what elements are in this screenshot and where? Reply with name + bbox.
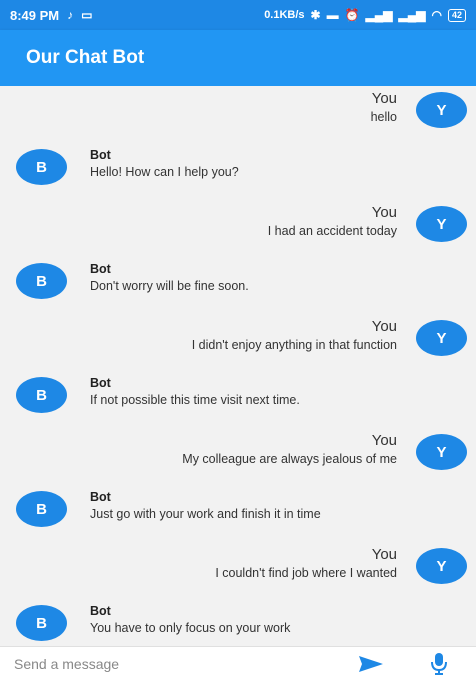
signal-2-icon: ▂▄▆ (398, 8, 426, 22)
status-bar: 8:49 PM ♪ ▭ 0.1KB/s ✱ ▬ ⏰ ▂▄▆ ▂▄▆ ◠ 42 (0, 0, 476, 30)
message-text: Don't worry will be fine soon. (90, 279, 249, 293)
mic-icon (431, 653, 447, 675)
chat-message-bot: B Bot Hello! How can I help you? (0, 86, 476, 200)
sender-name: Bot (90, 262, 111, 276)
send-button[interactable] (356, 653, 386, 675)
chat-area[interactable]: You hello Y B Bot Hello! How can I help … (0, 86, 476, 646)
message-text: If not possible this time visit next tim… (90, 393, 300, 407)
sender-name: Bot (90, 490, 111, 504)
battery-icon: 42 (447, 8, 466, 22)
app-bar: Our Chat Bot (0, 30, 476, 86)
status-left: 8:49 PM ♪ ▭ (10, 8, 92, 23)
chat-message-bot: B Bot If not possible this time visit ne… (0, 314, 476, 428)
mic-button[interactable] (426, 651, 452, 677)
chat-message-bot: B Bot You have to only focus on your wor… (0, 542, 476, 646)
bluetooth-icon: ✱ (310, 8, 321, 22)
app-title: Our Chat Bot (26, 47, 145, 68)
avatar: B (16, 149, 67, 185)
message-text: Hello! How can I help you? (90, 165, 239, 179)
sender-name: Bot (90, 376, 111, 390)
sender-name: Bot (90, 148, 111, 162)
message-text: Just go with your work and finish it in … (90, 507, 321, 521)
avatar: B (16, 605, 67, 641)
message-text: You have to only focus on your work (90, 621, 291, 635)
message-input[interactable] (12, 651, 336, 677)
avatar: B (16, 491, 67, 527)
sender-name: Bot (90, 604, 111, 618)
wifi-icon: ◠ (431, 8, 442, 22)
chat-message-bot: B Bot Just go with your work and finish … (0, 428, 476, 542)
avatar: B (16, 263, 67, 299)
avatar: B (16, 377, 67, 413)
send-icon (359, 656, 383, 672)
vibrate-icon: ▬ (326, 8, 339, 22)
composer (0, 646, 476, 679)
screen-notification-icon: ▭ (81, 8, 93, 22)
network-speed: 0.1KB/s (264, 9, 305, 21)
chat-message-bot: B Bot Don't worry will be fine soon. (0, 200, 476, 314)
status-right: 0.1KB/s ✱ ▬ ⏰ ▂▄▆ ▂▄▆ ◠ 42 (264, 8, 466, 22)
tiktok-notification-icon: ♪ (67, 8, 74, 22)
signal-icon: ▂▄▆ (365, 8, 393, 22)
alarm-icon: ⏰ (344, 8, 360, 22)
status-time: 8:49 PM (10, 7, 60, 23)
